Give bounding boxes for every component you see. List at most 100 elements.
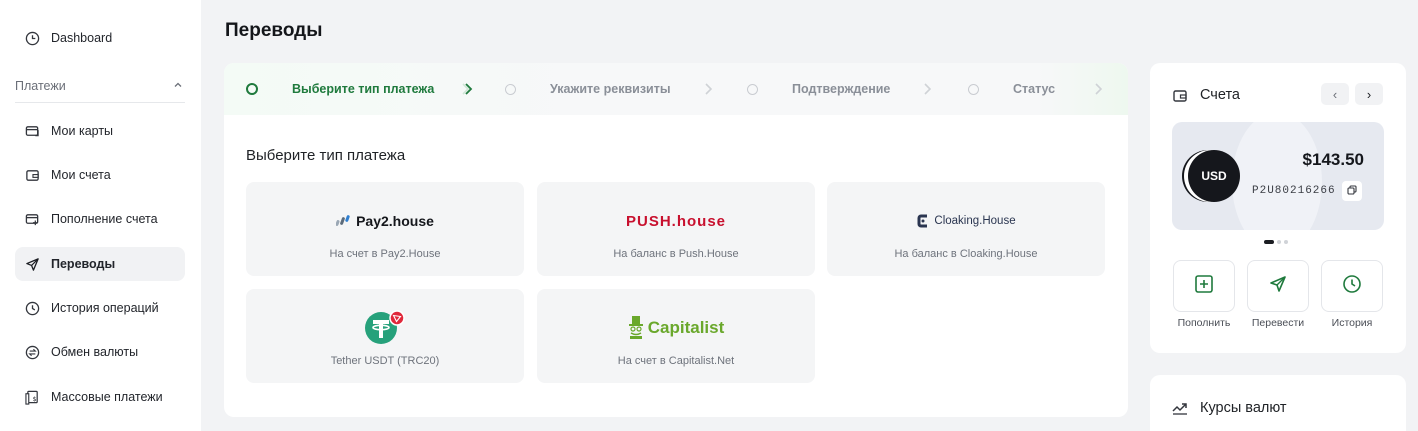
step-dot-icon (968, 83, 979, 95)
sidebar-group-payments[interactable]: Платежи (15, 76, 185, 96)
tether-logo (246, 310, 524, 345)
sidebar-item-topup[interactable]: Пополнение счета (15, 202, 185, 236)
transfer-card: Выберите тип платежа Укажите реквизиты П… (224, 63, 1128, 417)
topup-label: Пополнить (1177, 317, 1231, 329)
topup-button[interactable] (1173, 260, 1235, 312)
logo-text: Capitalist (647, 318, 725, 337)
pay2house-logo: Pay2.house (246, 208, 524, 234)
sidebar-item-cards[interactable]: Мои карты (15, 114, 185, 148)
logo-text: PUSH.house (625, 212, 726, 230)
step-dot-icon (505, 83, 516, 95)
copy-icon (1347, 182, 1357, 200)
step-2[interactable]: Укажите реквизиты (505, 63, 671, 115)
tile-pushhouse[interactable]: PUSH.house На баланс в Push.House (537, 182, 815, 276)
currency-code: USD (1201, 169, 1227, 183)
plus-square-icon (1194, 274, 1214, 299)
tile-caption: Tether USDT (TRC20) (330, 355, 440, 367)
chevron-right-icon (921, 80, 935, 98)
sidebar-item-dashboard[interactable]: Dashboard (15, 21, 185, 55)
rates-panel: Курсы валют (1150, 375, 1406, 431)
currency-badge: USD (1188, 150, 1240, 202)
topup-icon (23, 210, 41, 228)
sidebar-item-accounts[interactable]: Мои счета (15, 158, 185, 192)
sidebar-group-label: Платежи (15, 79, 66, 93)
step-dot-icon (246, 83, 258, 95)
step-label: Укажите реквизиты (550, 82, 671, 96)
transfer-label: Перевести (1251, 317, 1305, 329)
sidebar-item-label: Массовые платежи (51, 390, 163, 404)
transfer-button[interactable] (1247, 260, 1309, 312)
wallet-icon (1172, 88, 1188, 109)
send-icon (1268, 274, 1288, 299)
wallet-icon (23, 166, 41, 184)
history-icon (23, 299, 41, 317)
sidebar-item-label: Обмен валюты (51, 345, 139, 359)
prev-account-button[interactable]: ‹ (1321, 83, 1349, 105)
account-card[interactable]: USD $143.50 P2U80216266 (1172, 122, 1384, 230)
tile-tether[interactable]: Tether USDT (TRC20) (246, 289, 524, 383)
sidebar-item-label: Переводы (51, 257, 116, 271)
svg-text:$: $ (32, 394, 36, 402)
chevron-left-icon: ‹ (1332, 86, 1338, 102)
carousel-dot[interactable] (1264, 240, 1274, 244)
sidebar-item-exchange[interactable]: Обмен валюты (15, 335, 185, 369)
tile-caption: На счет в Capitalist.Net (617, 355, 735, 367)
chevron-right-icon (1092, 80, 1106, 98)
step-1[interactable]: Выберите тип платежа (246, 63, 434, 115)
sidebar-item-label: Пополнение счета (51, 212, 158, 226)
tile-pay2house[interactable]: Pay2.house На счет в Pay2.House (246, 182, 524, 276)
logo-text: Cloaking.House (934, 215, 1016, 227)
accounts-title: Счета (1200, 87, 1240, 103)
exchange-icon (23, 343, 41, 361)
tile-caption: На счет в Pay2.House (329, 248, 441, 260)
history-label: История (1331, 317, 1373, 329)
carousel-dot[interactable] (1277, 240, 1281, 244)
rates-title: Курсы валют (1200, 400, 1287, 416)
sidebar-item-label: Мои карты (51, 124, 114, 138)
stepper: Выберите тип платежа Укажите реквизиты П… (224, 63, 1128, 115)
section-title: Выберите тип платежа (246, 147, 406, 164)
chevron-right-icon: › (1366, 86, 1372, 102)
copy-button[interactable] (1342, 181, 1362, 201)
chevron-up-icon (173, 79, 183, 93)
chevron-right-icon (461, 80, 475, 98)
card-decoration (1232, 122, 1322, 230)
capitalist-logo: Capitalist (537, 315, 815, 341)
page-title: Переводы (225, 20, 323, 41)
chevron-right-icon (702, 80, 716, 98)
sidebar-item-label: История операций (51, 301, 159, 315)
accounts-panel: Счета ‹ › USD $143.50 P2U80216266 Пополн… (1150, 63, 1406, 353)
history-button[interactable] (1321, 260, 1383, 312)
step-label: Подтверждение (792, 82, 891, 96)
card-icon (23, 122, 41, 140)
sidebar-item-transfers[interactable]: Переводы (15, 247, 185, 281)
account-balance: $143.50 (1302, 150, 1364, 169)
trending-up-icon (1172, 400, 1188, 421)
step-label: Выберите тип платежа (292, 82, 435, 96)
cloakinghouse-logo: Cloaking.House (827, 208, 1105, 234)
step-4[interactable]: Статус (968, 63, 1055, 115)
step-label: Статус (1013, 82, 1056, 96)
tile-capitalist[interactable]: Capitalist На счет в Capitalist.Net (537, 289, 815, 383)
tile-caption: На баланс в Cloaking.House (894, 248, 1038, 260)
sidebar-item-history[interactable]: История операций (15, 291, 185, 325)
sidebar: Dashboard Платежи Мои карты Мои счета По… (0, 0, 201, 431)
send-icon (23, 255, 41, 273)
next-account-button[interactable]: › (1355, 83, 1383, 105)
step-dot-icon (747, 83, 758, 95)
carousel-dot[interactable] (1284, 240, 1288, 244)
sidebar-item-mass-payments[interactable]: $ Массовые платежи (15, 380, 185, 414)
account-number: P2U80216266 (1252, 185, 1336, 197)
clock-icon (1342, 274, 1362, 299)
sidebar-item-label: Dashboard (51, 31, 113, 45)
sidebar-divider (15, 102, 185, 103)
tile-cloakinghouse[interactable]: Cloaking.House На баланс в Cloaking.Hous… (827, 182, 1105, 276)
tile-caption: На баланс в Push.House (613, 248, 739, 260)
mass-payments-icon: $ (23, 388, 41, 406)
step-3[interactable]: Подтверждение (747, 63, 890, 115)
carousel-dots (1264, 240, 1288, 244)
sidebar-item-label: Мои счета (51, 168, 111, 182)
pushhouse-logo: PUSH.house (537, 208, 815, 234)
logo-text: Pay2.house (356, 213, 434, 229)
clock-pie-icon (23, 29, 41, 47)
